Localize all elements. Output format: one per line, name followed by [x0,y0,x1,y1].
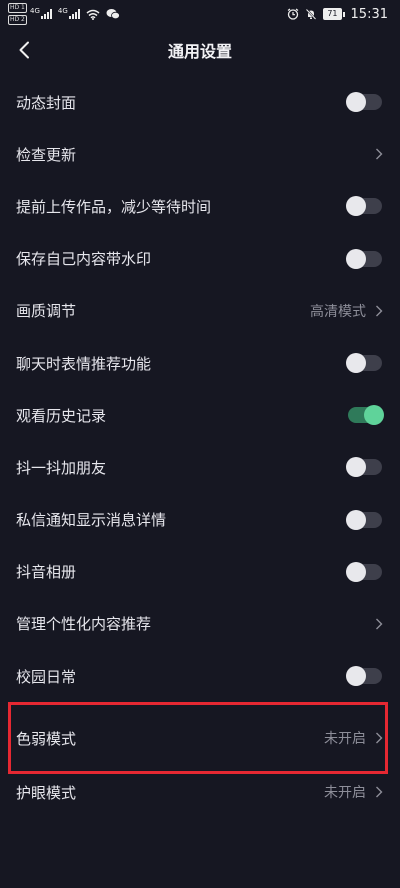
watermark-toggle[interactable] [346,248,382,269]
status-left: 4G 4G [30,7,120,20]
setting-label: 观看历史记录 [16,406,107,425]
page-title: 通用设置 [167,42,232,61]
setting-label: 管理个性化内容推荐 [16,615,152,634]
setting-row-album[interactable]: 抖音相册 [0,546,400,598]
setting-row-check-update[interactable]: 检查更新 [0,128,400,180]
back-button[interactable] [10,34,38,66]
wechat-icon [106,9,120,20]
hd1-badge: HD 1 [8,3,27,13]
setting-row-shake-friends[interactable]: 抖一抖加朋友 [0,441,400,493]
color-weak-value: 未开启 [324,731,366,748]
signal-bars-icon [68,9,80,19]
chevron-right-icon [376,732,383,744]
setting-row-color-weak[interactable]: 色弱模式 未开启 [0,702,400,775]
setting-label: 动态封面 [16,93,77,112]
status-right: 71 15:31 [287,7,388,22]
setting-label: 抖音相册 [16,563,77,582]
album-toggle[interactable] [346,561,382,582]
gen1-label: 4G [30,7,40,15]
mute-bell-icon [306,8,317,20]
battery-level: 71 [323,8,342,20]
setting-label: 私信通知显示消息详情 [16,511,167,530]
chevron-right-icon [376,618,383,630]
setting-label: 校园日常 [16,667,77,686]
clock: 15:31 [350,6,388,22]
setting-label: 聊天时表情推荐功能 [16,354,152,373]
quality-value: 高清模式 [310,303,366,320]
pre-upload-toggle[interactable] [346,196,382,217]
status-bar: HD 1 HD 2 4G 4G 71 15:31 [0,0,400,28]
setting-row-dynamic-cover[interactable]: 动态封面 [0,76,400,128]
shake-friends-toggle[interactable] [346,457,382,478]
signal-2: 4G [57,7,80,19]
setting-label: 护眼模式 [16,783,77,802]
signal-bars-icon [40,9,52,19]
setting-row-eye-care[interactable]: 护眼模式 未开启 [0,774,400,810]
chevron-right-icon [376,786,383,798]
hd-badges: HD 1 HD 2 [8,3,27,25]
setting-label: 检查更新 [16,145,77,164]
campus-toggle[interactable] [346,666,382,687]
dm-details-toggle[interactable] [346,509,382,530]
signal-1: 4G [30,7,52,19]
chevron-right-icon [376,305,383,317]
setting-row-emoji-recommend[interactable]: 聊天时表情推荐功能 [0,337,400,389]
setting-row-watermark[interactable]: 保存自己内容带水印 [0,233,400,285]
setting-label: 画质调节 [16,302,77,321]
eye-care-value: 未开启 [324,785,366,802]
watch-history-toggle[interactable] [348,405,384,426]
header: 通用设置 [0,28,400,72]
setting-row-pre-upload[interactable]: 提前上传作品，减少等待时间 [0,180,400,232]
chevron-right-icon [376,148,383,160]
emoji-recommend-toggle[interactable] [346,353,382,374]
setting-row-campus[interactable]: 校园日常 [0,650,400,702]
setting-label: 抖一抖加朋友 [16,458,107,477]
wifi-icon [86,9,100,20]
setting-row-dm-details[interactable]: 私信通知显示消息详情 [0,494,400,546]
alarm-icon [287,8,299,20]
settings-list: 动态封面 检查更新 提前上传作品，减少等待时间 保存自己内容带水印 画质调节 高… [0,76,400,810]
chevron-left-icon [19,41,29,59]
hd2-badge: HD 2 [8,15,27,25]
battery-icon: 71 [323,8,345,20]
dynamic-cover-toggle[interactable] [346,92,382,113]
setting-row-quality[interactable]: 画质调节 高清模式 [0,285,400,337]
setting-row-watch-history[interactable]: 观看历史记录 [0,389,400,441]
setting-row-personalized[interactable]: 管理个性化内容推荐 [0,598,400,650]
setting-label: 提前上传作品，减少等待时间 [16,197,212,216]
setting-label: 色弱模式 [16,729,77,748]
gen2-label: 4G [57,7,68,15]
setting-label: 保存自己内容带水印 [16,250,152,269]
